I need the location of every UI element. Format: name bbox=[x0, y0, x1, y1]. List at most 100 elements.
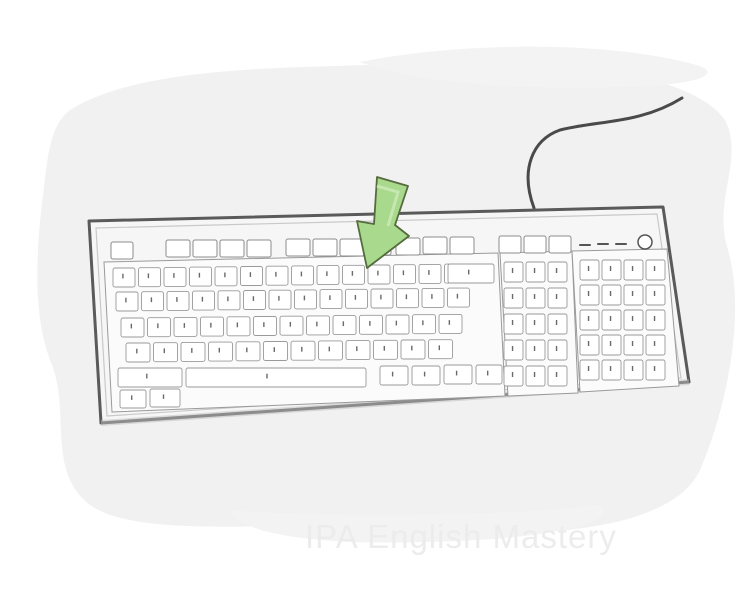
numpad-key bbox=[579, 334, 600, 356]
key bbox=[438, 313, 463, 334]
key bbox=[428, 339, 453, 360]
nav-key bbox=[547, 365, 568, 387]
numpad-key bbox=[645, 309, 666, 331]
numpad-key bbox=[623, 259, 644, 281]
key bbox=[163, 266, 187, 287]
nav-key bbox=[525, 287, 546, 309]
numpad-key bbox=[579, 259, 600, 281]
key bbox=[214, 266, 238, 287]
key bbox=[180, 341, 206, 362]
key bbox=[443, 364, 473, 385]
numpad-key bbox=[645, 359, 666, 381]
nav-key bbox=[503, 339, 524, 361]
key bbox=[291, 265, 314, 286]
numpad-key bbox=[601, 359, 622, 381]
numpad-key bbox=[601, 334, 622, 356]
numpad-key bbox=[579, 359, 600, 381]
keyboard-illustration bbox=[37, 46, 736, 543]
key bbox=[125, 342, 151, 363]
key bbox=[115, 291, 139, 312]
key bbox=[120, 317, 145, 338]
nav-key bbox=[503, 365, 524, 387]
key bbox=[345, 340, 371, 361]
numpad-key bbox=[623, 309, 644, 331]
key bbox=[263, 341, 288, 361]
key bbox=[396, 288, 419, 309]
key bbox=[418, 263, 442, 284]
numpad-key bbox=[645, 334, 666, 356]
key bbox=[318, 340, 343, 361]
numpad-key bbox=[623, 359, 644, 381]
key bbox=[243, 290, 266, 310]
numpad-key bbox=[601, 309, 622, 331]
key bbox=[400, 339, 426, 360]
key bbox=[138, 267, 161, 288]
nav-key bbox=[525, 365, 546, 387]
key bbox=[345, 288, 368, 309]
key bbox=[208, 341, 233, 362]
key bbox=[290, 340, 316, 361]
shift-key bbox=[117, 367, 183, 388]
key bbox=[475, 364, 503, 385]
key bbox=[265, 265, 289, 286]
numpad-key bbox=[601, 259, 622, 281]
key bbox=[421, 287, 445, 308]
key bbox=[373, 339, 398, 360]
key bbox=[379, 365, 409, 386]
nav-key bbox=[525, 313, 546, 335]
key bbox=[359, 314, 383, 335]
watermark-text: IPA English Mastery bbox=[305, 518, 617, 555]
nav-key bbox=[503, 261, 524, 283]
key bbox=[316, 265, 340, 286]
key bbox=[367, 264, 391, 285]
key bbox=[166, 290, 190, 311]
nav-key bbox=[525, 261, 546, 283]
key bbox=[189, 266, 212, 287]
indicator-lights bbox=[579, 243, 627, 246]
key bbox=[447, 287, 470, 308]
numpad-key bbox=[579, 284, 600, 306]
backspace-key bbox=[447, 263, 495, 284]
numpad-key bbox=[645, 259, 666, 281]
key bbox=[192, 290, 215, 311]
key bbox=[268, 289, 292, 310]
nav-key bbox=[547, 339, 568, 361]
numpad-key bbox=[645, 284, 666, 306]
illustration-stage: IPA English Mastery bbox=[0, 0, 750, 600]
key bbox=[411, 365, 441, 386]
key bbox=[279, 315, 304, 336]
key bbox=[385, 314, 410, 335]
key bbox=[217, 290, 241, 311]
key bbox=[253, 316, 277, 336]
key bbox=[342, 264, 365, 285]
numpad-key bbox=[601, 284, 622, 306]
key bbox=[319, 289, 343, 310]
key bbox=[240, 266, 263, 286]
key bbox=[235, 341, 261, 362]
key bbox=[149, 388, 181, 408]
nav-key bbox=[547, 261, 568, 283]
nav-key bbox=[503, 287, 524, 309]
key bbox=[173, 316, 198, 337]
key bbox=[294, 289, 317, 310]
key bbox=[141, 291, 164, 312]
key bbox=[306, 315, 330, 336]
key bbox=[370, 288, 394, 309]
numpad-key bbox=[579, 309, 600, 331]
power-button bbox=[637, 234, 653, 250]
key bbox=[153, 342, 178, 363]
key bbox=[412, 314, 436, 335]
key bbox=[332, 315, 357, 336]
key bbox=[200, 316, 224, 337]
key bbox=[147, 317, 171, 338]
nav-key bbox=[525, 339, 546, 361]
ctrl-key bbox=[119, 389, 147, 409]
key bbox=[226, 316, 251, 337]
key bbox=[393, 264, 416, 285]
nav-key bbox=[547, 313, 568, 335]
numpad-key bbox=[623, 284, 644, 306]
key bbox=[112, 267, 136, 288]
spacebar-key bbox=[185, 367, 367, 388]
navigation-key-block bbox=[503, 261, 568, 387]
nav-key bbox=[547, 287, 568, 309]
